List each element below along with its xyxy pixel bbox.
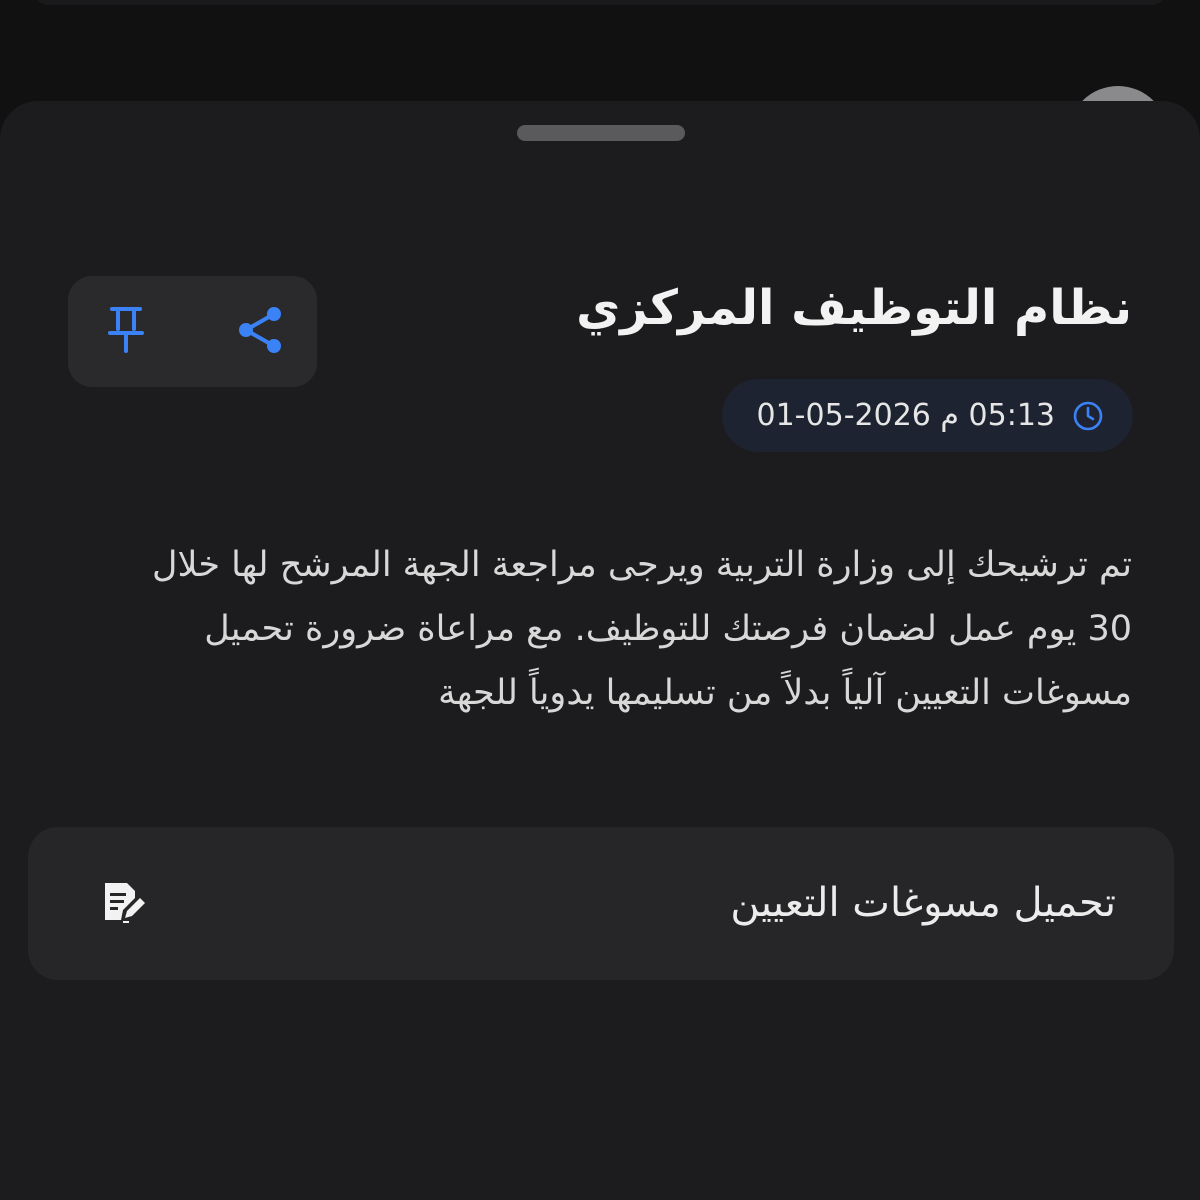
date-badge: 05:13 م 2026-05-01 (722, 379, 1133, 452)
sheet-title: نظام التوظيف المركزي (576, 280, 1132, 336)
bottom-sheet: نظام التوظيف المركزي 05:13 م 2026-05-01 … (0, 101, 1200, 1200)
notification-body: تم ترشيحك إلى وزارة التربية ويرجى مراجعة… (152, 545, 1132, 713)
sheet-grabber[interactable] (517, 125, 685, 141)
document-edit-icon (100, 879, 148, 927)
share-button[interactable] (232, 304, 288, 360)
upload-documents-button[interactable]: تحميل مسوغات التعيين (28, 827, 1174, 980)
share-icon (236, 305, 284, 359)
clock-icon (1071, 399, 1105, 433)
pin-button[interactable] (98, 304, 154, 360)
action-buttons-group (68, 276, 317, 387)
date-text: 05:13 م 2026-05-01 (756, 398, 1055, 433)
pin-icon (106, 305, 146, 359)
background-card (30, 0, 1170, 5)
upload-documents-label: تحميل مسوغات التعيين (730, 880, 1116, 926)
